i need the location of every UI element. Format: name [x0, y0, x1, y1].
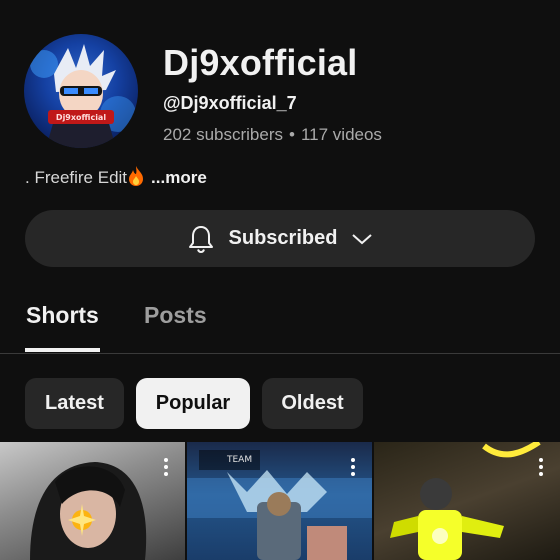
channel-tabs: Shorts Posts [0, 290, 560, 354]
short-thumbnail[interactable]: TEAM [187, 442, 372, 560]
subscribed-label: Subscribed [228, 227, 338, 249]
active-tab-indicator [25, 348, 100, 352]
channel-stats: 202 subscribers • 117 videos [163, 124, 533, 146]
more-options-icon[interactable] [538, 458, 544, 476]
chip-oldest[interactable]: Oldest [262, 378, 363, 429]
avatar-art: Dj9xofficial [30, 44, 136, 148]
chevron-down-icon [351, 232, 373, 246]
tab-posts[interactable]: Posts [144, 302, 207, 329]
avatar-logo-text: Dj9xofficial [56, 113, 106, 122]
channel-name: Dj9xofficial [163, 42, 358, 83]
more-link[interactable]: ...more [151, 168, 207, 187]
channel-avatar[interactable]: Dj9xofficial [24, 34, 138, 148]
channel-handle: @Dj9xofficial_7 [163, 93, 297, 113]
tab-shorts[interactable]: Shorts [26, 302, 99, 329]
channel-header: Dj9xofficial Dj9xofficial @Dj9xofficial_… [24, 34, 536, 148]
bell-icon [187, 224, 215, 254]
subscribed-button[interactable]: Subscribed [25, 210, 535, 267]
team-overlay-label: TEAM [199, 450, 261, 470]
chip-latest[interactable]: Latest [25, 378, 124, 429]
thumbnail-image [30, 462, 147, 560]
short-thumbnail[interactable] [374, 442, 560, 560]
video-count: 117 videos [300, 125, 382, 144]
more-options-icon[interactable] [350, 458, 356, 476]
chip-popular[interactable]: Popular [136, 378, 250, 429]
thumbnail-image [390, 442, 541, 560]
description-text: . Freefire Edit [25, 168, 128, 187]
shorts-grid: TEAM [0, 442, 560, 560]
channel-description[interactable]: . Freefire Edit ...more [25, 166, 207, 191]
stats-separator: • [289, 125, 295, 144]
fire-icon [127, 166, 145, 191]
short-thumbnail[interactable] [0, 442, 185, 560]
subscriber-count: 202 subscribers [163, 125, 284, 144]
more-options-icon[interactable] [163, 458, 169, 476]
